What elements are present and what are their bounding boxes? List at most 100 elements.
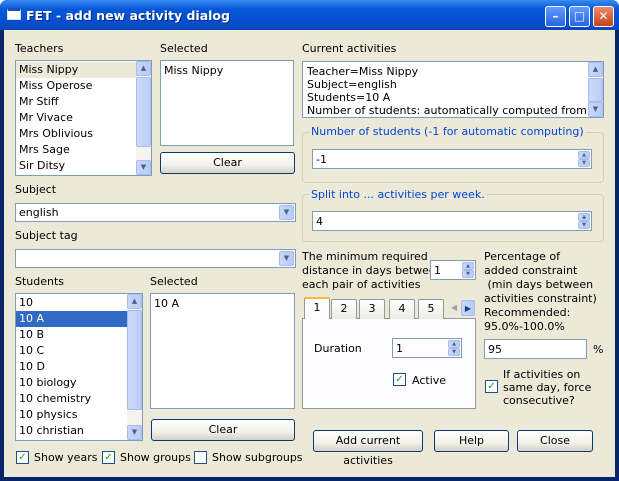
list-item[interactable]: Mr Vivace [16,110,136,126]
scroll-up-icon[interactable]: ▲ [588,62,603,77]
current-activities-text[interactable]: Teacher=Miss Nippy Subject=english Stude… [302,61,604,118]
students-scrollbar[interactable]: ▲ ▼ [127,294,142,440]
list-item[interactable]: Mrs Oblivious [16,126,136,142]
chevron-down-icon[interactable]: ▼ [279,205,294,220]
min-days-value: 1 [434,264,441,277]
students-list[interactable]: 10 10 A 10 B 10 C 10 D 10 biology 10 che… [15,293,143,441]
spin-up-icon[interactable]: ▲ [578,151,590,159]
tab-4[interactable]: 4 [389,299,415,319]
tab-2[interactable]: 2 [331,299,357,319]
show-subgroups-checkbox[interactable] [194,451,207,464]
percentage-label-line: 95.0%-100.0% [484,320,565,333]
scroll-thumb[interactable] [127,310,142,410]
scroll-up-icon[interactable]: ▲ [136,61,151,76]
spin-down-icon[interactable]: ▼ [462,270,474,278]
duration-value: 1 [396,342,403,355]
add-current-activities-button[interactable]: Add current activities [313,430,423,467]
activities-scrollbar[interactable]: ▲ ▼ [588,62,603,117]
number-of-students-spinbox[interactable]: -1 ▲ ▼ [312,149,592,169]
min-days-label-line: each pair of activities [302,278,421,291]
percent-unit: % [593,343,604,356]
title-bar[interactable]: FET - add new activity dialog – □ ✕ [0,0,619,30]
tab-scroll-right-icon[interactable]: ▶ [461,300,475,316]
scroll-thumb[interactable] [588,78,603,102]
clear-teachers-button[interactable]: Clear [160,152,295,174]
split-spinbox[interactable]: 4 ▲ ▼ [312,211,592,231]
list-item[interactable]: 10 D [16,359,127,375]
close-window-button[interactable]: ✕ [593,6,614,27]
chevron-down-icon[interactable]: ▼ [279,251,294,266]
show-groups-checkbox[interactable]: ✓ [102,451,115,464]
scroll-down-icon[interactable]: ▼ [588,102,603,117]
clear-students-button[interactable]: Clear [151,419,295,441]
show-years-checkbox[interactable]: ✓ [16,451,29,464]
list-item[interactable]: 10 C [16,343,127,359]
percentage-input[interactable]: 95 [484,339,587,359]
spin-up-icon[interactable]: ▲ [448,340,460,348]
percentage-value: 95 [488,343,502,356]
list-item[interactable]: Miss Operose [16,78,136,94]
split-title: Split into ... activities per week. [309,188,487,201]
tab-5[interactable]: 5 [418,299,444,319]
spin-down-icon[interactable]: ▼ [578,159,590,167]
scroll-down-icon[interactable]: ▼ [127,425,142,440]
teachers-scrollbar[interactable]: ▲ ▼ [136,61,151,175]
min-days-spinbox[interactable]: 1 ▲ ▼ [430,260,476,280]
percentage-label-line: Percentage of [484,250,560,263]
min-days-label-line: distance in days between [302,264,443,277]
tab-scroll-left-icon[interactable]: ◀ [448,300,460,316]
list-item[interactable]: 10 B [16,327,127,343]
tab-1[interactable]: 1 [304,297,330,319]
tab-3[interactable]: 3 [359,299,385,319]
maximize-button[interactable]: □ [569,6,590,27]
spin-down-icon[interactable]: ▼ [578,221,590,229]
percentage-label-line: activities constraint) [484,292,597,305]
active-checkbox[interactable]: ✓ [393,373,406,386]
list-item[interactable]: Mr Stiff [16,94,136,110]
force-label-line: consecutive? [503,394,575,407]
list-item[interactable]: Miss Nippy [161,63,293,79]
active-label: Active [412,374,447,387]
percentage-label-line: (min days between [484,278,594,291]
list-item[interactable]: Miss Nippy [16,62,136,78]
teachers-list[interactable]: Miss Nippy Miss Operose Mr Stiff Mr Viva… [15,60,152,176]
selected-teachers-list[interactable]: Miss Nippy [160,60,294,146]
help-button[interactable]: Help [434,430,509,452]
list-item[interactable]: 10 [16,295,127,311]
number-of-students-value: -1 [316,153,327,166]
show-subgroups-label: Show subgroups [212,451,303,464]
duration-spinbox[interactable]: 1 ▲ ▼ [392,338,462,358]
force-consecutive-label: If activities on same day, force consecu… [503,368,591,407]
list-item[interactable]: 10 biology [16,375,127,391]
show-groups-label: Show groups [120,451,191,464]
list-item[interactable]: 10 christian [16,423,127,439]
subject-tag-combo[interactable]: ▼ [15,249,296,268]
spin-up-icon[interactable]: ▲ [578,213,590,221]
selected-students-list[interactable]: 10 A [150,293,295,409]
app-icon [7,8,21,20]
scroll-down-icon[interactable]: ▼ [136,160,151,175]
percentage-label-line: added constraint [484,264,578,277]
minimize-button[interactable]: – [545,6,566,27]
subject-combo[interactable]: english ▼ [15,203,296,222]
scroll-thumb[interactable] [136,77,151,147]
force-consecutive-checkbox[interactable]: ✓ [485,380,498,393]
split-tab-pane [302,318,476,409]
list-item[interactable]: 10 physics [16,407,127,423]
show-years-label: Show years [34,451,98,464]
students-label: Students [15,275,65,288]
list-item[interactable]: 10 A [151,296,294,312]
list-item[interactable]: Mrs Sage [16,142,136,158]
list-item[interactable]: Sir Ditsy [16,158,136,174]
split-value: 4 [316,215,323,228]
activity-line: Number of students: automatically comput… [307,104,586,117]
spin-down-icon[interactable]: ▼ [448,348,460,356]
force-label-line: same day, force [503,381,592,394]
activity-line: Subject=english [307,78,397,91]
spin-up-icon[interactable]: ▲ [462,262,474,270]
close-button[interactable]: Close [517,430,593,452]
list-item[interactable]: 10 A [16,311,127,327]
scroll-up-icon[interactable]: ▲ [127,294,142,309]
list-item[interactable]: 10 chemistry [16,391,127,407]
min-days-label-line: The minimum required [302,250,428,263]
